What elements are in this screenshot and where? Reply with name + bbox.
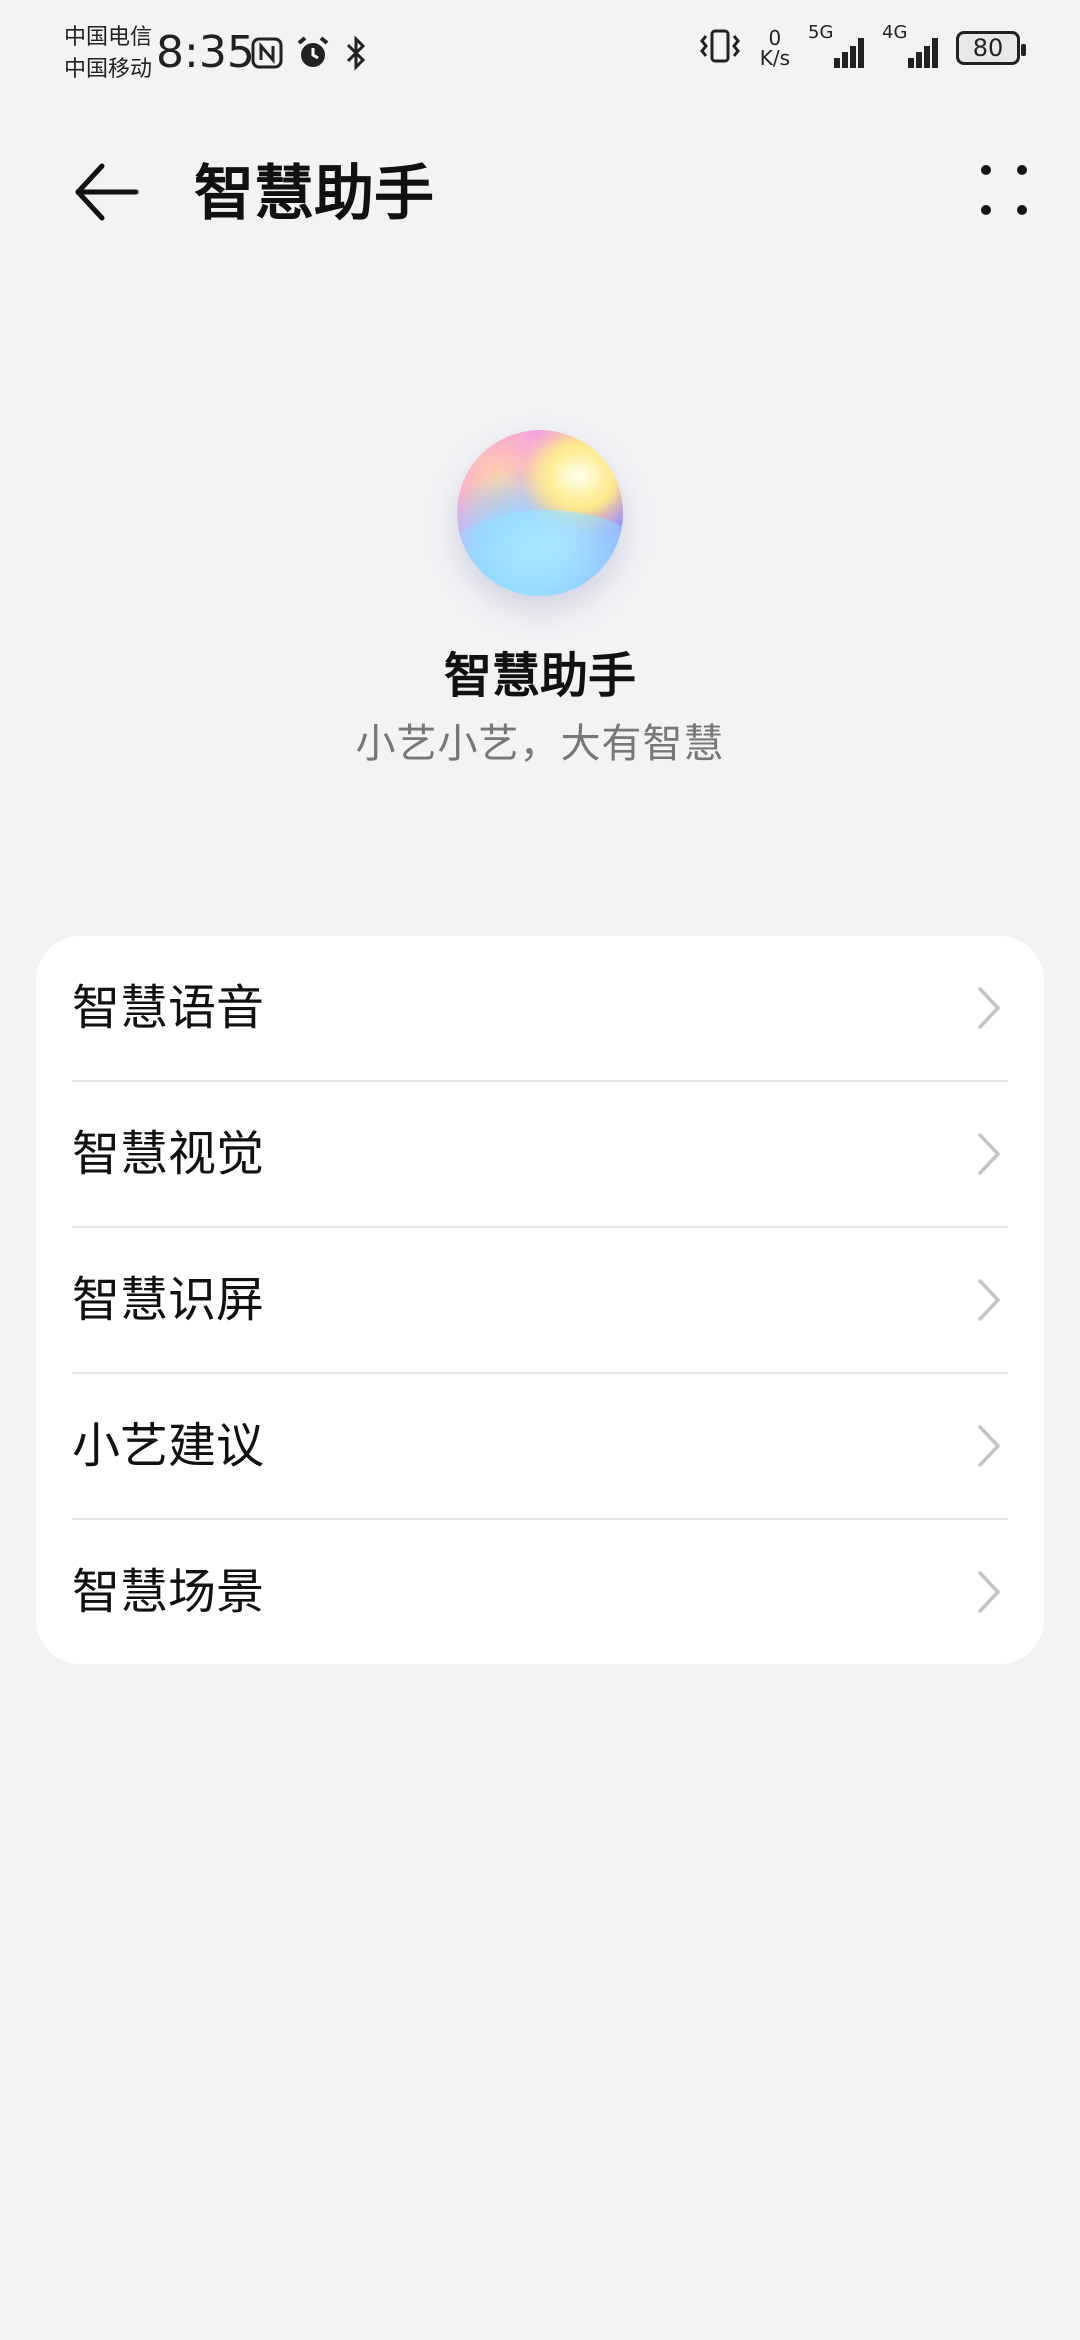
- clock: 8:35: [156, 27, 255, 78]
- signal-4g-label: 4G: [882, 22, 908, 43]
- list-item-label: 智慧识屏: [72, 1272, 265, 1328]
- more-button[interactable]: [968, 154, 1040, 226]
- signal-bar: [932, 38, 938, 68]
- vibrate-icon: [698, 28, 742, 68]
- signal-5g-label: 5G: [808, 22, 834, 43]
- list-item-smart-voice[interactable]: 智慧语音: [72, 936, 1008, 1080]
- chevron-right-icon: [978, 1133, 1000, 1175]
- chevron-right-icon: [978, 1571, 1000, 1613]
- signal-5g: 5G: [808, 22, 864, 68]
- assistant-name: 智慧助手: [443, 648, 636, 704]
- assistant-slogan: 小艺小艺，大有智慧: [355, 721, 725, 767]
- alarm-icon: [294, 34, 332, 76]
- list-item-suggestions[interactable]: 小艺建议: [72, 1372, 1008, 1518]
- page-title: 智慧助手: [194, 159, 434, 229]
- signal-bar: [834, 58, 840, 68]
- list-item-label: 智慧视觉: [72, 1126, 265, 1182]
- carrier-info: 中国电信 中国移动: [64, 22, 152, 86]
- nfc-icon: [250, 36, 284, 74]
- net-speed: 0 K/s: [760, 28, 790, 68]
- status-icons-left: [250, 34, 370, 76]
- app-bar: 智慧助手: [0, 130, 1080, 250]
- signal-bar: [842, 52, 848, 68]
- list-item-smart-scenes[interactable]: 智慧场景: [72, 1518, 1008, 1664]
- signal-bar: [850, 46, 856, 68]
- carrier-2: 中国移动: [64, 57, 153, 82]
- signal-bar: [858, 38, 864, 68]
- signal-bar: [916, 52, 922, 68]
- battery-level: 80: [972, 34, 1004, 62]
- back-button[interactable]: [70, 156, 142, 228]
- battery-indicator: 80: [956, 31, 1026, 65]
- signal-bar: [908, 58, 914, 68]
- more-icon: [981, 165, 1027, 215]
- net-speed-value: 0: [768, 26, 782, 50]
- list-item-label: 小艺建议: [72, 1418, 265, 1474]
- chevron-right-icon: [978, 1425, 1000, 1467]
- list-item-label: 智慧场景: [72, 1564, 265, 1620]
- assistant-logo-icon: [457, 430, 623, 596]
- signal-4g: 4G: [882, 22, 938, 68]
- status-icons-right: 0 K/s 5G 4G 80: [698, 22, 1026, 68]
- net-speed-unit: K/s: [759, 46, 790, 70]
- status-bar: 中国电信 中国移动 8:35 0 K/s 5G 4G 80: [0, 0, 1080, 110]
- chevron-right-icon: [978, 987, 1000, 1029]
- list-item-label: 智慧语音: [72, 980, 265, 1036]
- chevron-right-icon: [978, 1279, 1000, 1321]
- assistant-header: 智慧助手 小艺小艺，大有智慧: [0, 430, 1080, 770]
- back-arrow-icon: [75, 163, 139, 221]
- list-item-smart-vision[interactable]: 智慧视觉: [72, 1080, 1008, 1226]
- bluetooth-icon: [342, 35, 370, 75]
- list-item-smart-screen[interactable]: 智慧识屏: [72, 1226, 1008, 1372]
- signal-bar: [924, 46, 930, 68]
- settings-list: 智慧语音 智慧视觉 智慧识屏 小艺建议 智慧场景: [36, 936, 1044, 1664]
- carrier-1: 中国电信: [64, 25, 153, 50]
